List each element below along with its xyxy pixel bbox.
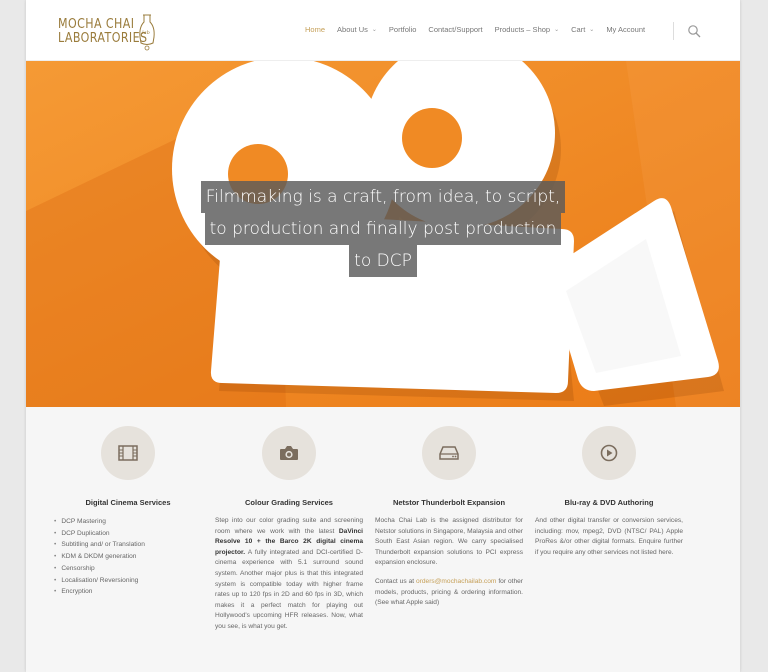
list-item: Encryption <box>54 586 145 598</box>
service-title: Digital Cinema Services <box>85 498 171 507</box>
services-section: Digital Cinema Services DCP Mastering DC… <box>26 407 740 672</box>
nav-item-products-shop[interactable]: Products – Shop ⌄ <box>495 25 559 34</box>
film-icon[interactable] <box>101 426 155 480</box>
nav-item-contact-support[interactable]: Contact/Support <box>428 25 482 34</box>
list-item: KDM & DKDM generation <box>54 551 145 563</box>
nav-divider <box>673 22 674 40</box>
nav-item-home[interactable]: Home <box>305 25 325 34</box>
service-description: Mocha Chai Lab is the assigned distribut… <box>375 517 524 607</box>
nav-item-cart[interactable]: Cart ⌄ <box>571 25 594 34</box>
nav-item-my-account[interactable]: My Account <box>606 25 645 34</box>
logo-line-1: MOCHA CHAI <box>58 15 135 32</box>
service-title: Blu-ray & DVD Authoring <box>564 498 654 507</box>
camera-icon[interactable] <box>262 426 316 480</box>
chevron-down-icon: ⌄ <box>554 27 560 33</box>
list-item: Censorship <box>54 563 145 575</box>
hero-line-3: to DCP <box>349 245 417 277</box>
hero-line-2: to production and finally post productio… <box>204 213 562 245</box>
chevron-down-icon: ⌄ <box>589 27 595 33</box>
main-nav: Home About Us ⌄ Portfolio Contact/Support… <box>305 25 657 34</box>
site-header: MOCHA CHAI LABORATORIES lab Home About U… <box>26 0 740 61</box>
search-icon[interactable] <box>687 24 701 38</box>
service-title: Netstor Thunderbolt Expansion <box>392 498 506 507</box>
chevron-down-icon: ⌄ <box>371 27 377 33</box>
hero-line-1: Filmmaking is a craft, from idea, to scr… <box>200 181 566 213</box>
email-link[interactable]: orders@mochachailab.com <box>416 578 496 585</box>
flask-logo-icon: lab <box>139 14 155 51</box>
service-description: And other digital transfer or conversion… <box>535 517 683 556</box>
svg-text:lab: lab <box>142 30 150 36</box>
list-item: Subtitling and/ or Translation <box>54 539 145 551</box>
service-description: Step into our color grading suite and sc… <box>215 517 363 630</box>
service-list: DCP Mastering DCP Duplication Subtitling… <box>54 516 145 598</box>
hero-banner: Filmmaking is a craft, from idea, to scr… <box>26 61 740 407</box>
site-logo[interactable]: MOCHA CHAI LABORATORIES lab <box>58 13 155 51</box>
service-title: Colour Grading Services <box>245 498 333 507</box>
list-item: Localisation/ Reversioning <box>54 575 145 587</box>
list-item: DCP Duplication <box>54 528 145 540</box>
nav-item-portfolio[interactable]: Portfolio <box>389 25 417 34</box>
nav-item-about-us[interactable]: About Us ⌄ <box>337 25 377 34</box>
page: MOCHA CHAI LABORATORIES lab Home About U… <box>26 0 740 672</box>
logo-line-2: LABORATORIES <box>58 30 148 46</box>
hero-tagline: Filmmaking is a craft, from idea, to scr… <box>26 181 740 277</box>
drive-icon[interactable] <box>422 426 476 480</box>
play-icon[interactable] <box>582 426 636 480</box>
list-item: DCP Mastering <box>54 516 145 528</box>
